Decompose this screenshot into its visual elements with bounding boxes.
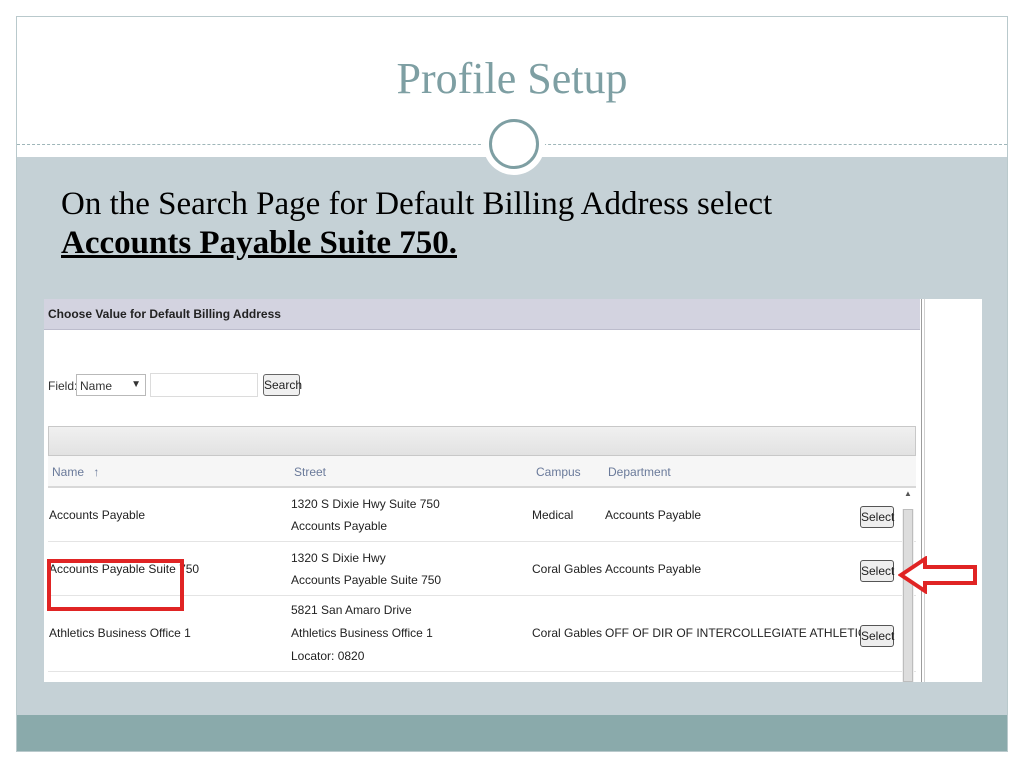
row-street-line3: Locator: 0820 bbox=[291, 649, 365, 663]
chevron-down-icon: ▼ bbox=[131, 379, 141, 390]
row-department: OFF OF DIR OF INTERCOLLEGIATE ATHLETICS bbox=[605, 626, 875, 640]
row-campus: Coral Gables bbox=[532, 562, 603, 576]
select-button[interactable]: Select bbox=[860, 560, 894, 582]
left-arrow-icon bbox=[898, 556, 977, 594]
select-button[interactable]: Select bbox=[860, 625, 894, 647]
row-name: Accounts Payable bbox=[49, 508, 146, 522]
left-arrow-shape bbox=[898, 556, 977, 594]
row-department: Accounts Payable bbox=[605, 562, 702, 576]
grid-toolbar bbox=[48, 426, 916, 456]
scrollbar[interactable]: ▲ bbox=[902, 489, 914, 682]
search-page-header: Choose Value for Default Billing Address bbox=[44, 299, 920, 330]
scroll-up-icon[interactable]: ▲ bbox=[902, 489, 914, 498]
field-select-value: Name bbox=[80, 379, 113, 393]
circle-ornament-inner bbox=[489, 119, 539, 169]
field-select[interactable]: Name ▼ bbox=[76, 374, 146, 396]
field-label: Field: bbox=[48, 379, 78, 393]
instruction-lead: On the Search Page for Default Billing A… bbox=[61, 186, 773, 222]
search-button[interactable]: Search bbox=[263, 374, 302, 396]
row-street-line1: 1320 S Dixie Hwy bbox=[291, 551, 386, 565]
panel-border-secondary bbox=[924, 299, 925, 682]
column-header-name[interactable]: Name ↑ bbox=[52, 465, 99, 479]
column-header-department[interactable]: Department bbox=[608, 465, 671, 479]
row-street-line2: Accounts Payable bbox=[291, 519, 388, 533]
row-street-line1: 5821 San Amaro Drive bbox=[291, 603, 412, 617]
search-page-title: Choose Value for Default Billing Address bbox=[48, 307, 281, 321]
search-page-screenshot: Choose Value for Default Billing Address… bbox=[44, 299, 982, 682]
grid-header: Name ↑ Street Campus Department bbox=[48, 456, 916, 488]
column-header-street[interactable]: Street bbox=[294, 465, 326, 479]
row-name: Athletics Business Office 1 bbox=[49, 626, 191, 640]
highlight-box bbox=[47, 559, 184, 611]
slide-frame: Profile Setup On the Search Page for Def… bbox=[16, 16, 1008, 752]
row-street-line2: Athletics Business Office 1 bbox=[291, 626, 433, 640]
column-header-name-label: Name bbox=[52, 465, 85, 479]
panel-border bbox=[921, 299, 922, 682]
search-input[interactable] bbox=[150, 373, 258, 397]
row-campus: Coral Gables bbox=[532, 626, 603, 640]
row-street-line1: 1320 S Dixie Hwy Suite 750 bbox=[291, 497, 440, 511]
sort-ascending-icon: ↑ bbox=[93, 465, 100, 479]
row-street-line2: Accounts Payable Suite 750 bbox=[291, 573, 442, 587]
column-header-campus[interactable]: Campus bbox=[536, 465, 581, 479]
scrollbar-thumb[interactable] bbox=[903, 509, 913, 682]
table-row: Accounts Payable 1320 S Dixie Hwy Suite … bbox=[48, 488, 916, 542]
slide-title: Profile Setup bbox=[396, 54, 628, 103]
select-button[interactable]: Select bbox=[860, 506, 894, 528]
instruction-text: On the Search Page for Default Billing A… bbox=[61, 185, 961, 263]
instruction-emphasis: Accounts Payable Suite 750. bbox=[61, 225, 457, 261]
footer-band bbox=[17, 715, 1007, 751]
row-department: Accounts Payable bbox=[605, 508, 702, 522]
row-campus: Medical bbox=[532, 508, 574, 522]
